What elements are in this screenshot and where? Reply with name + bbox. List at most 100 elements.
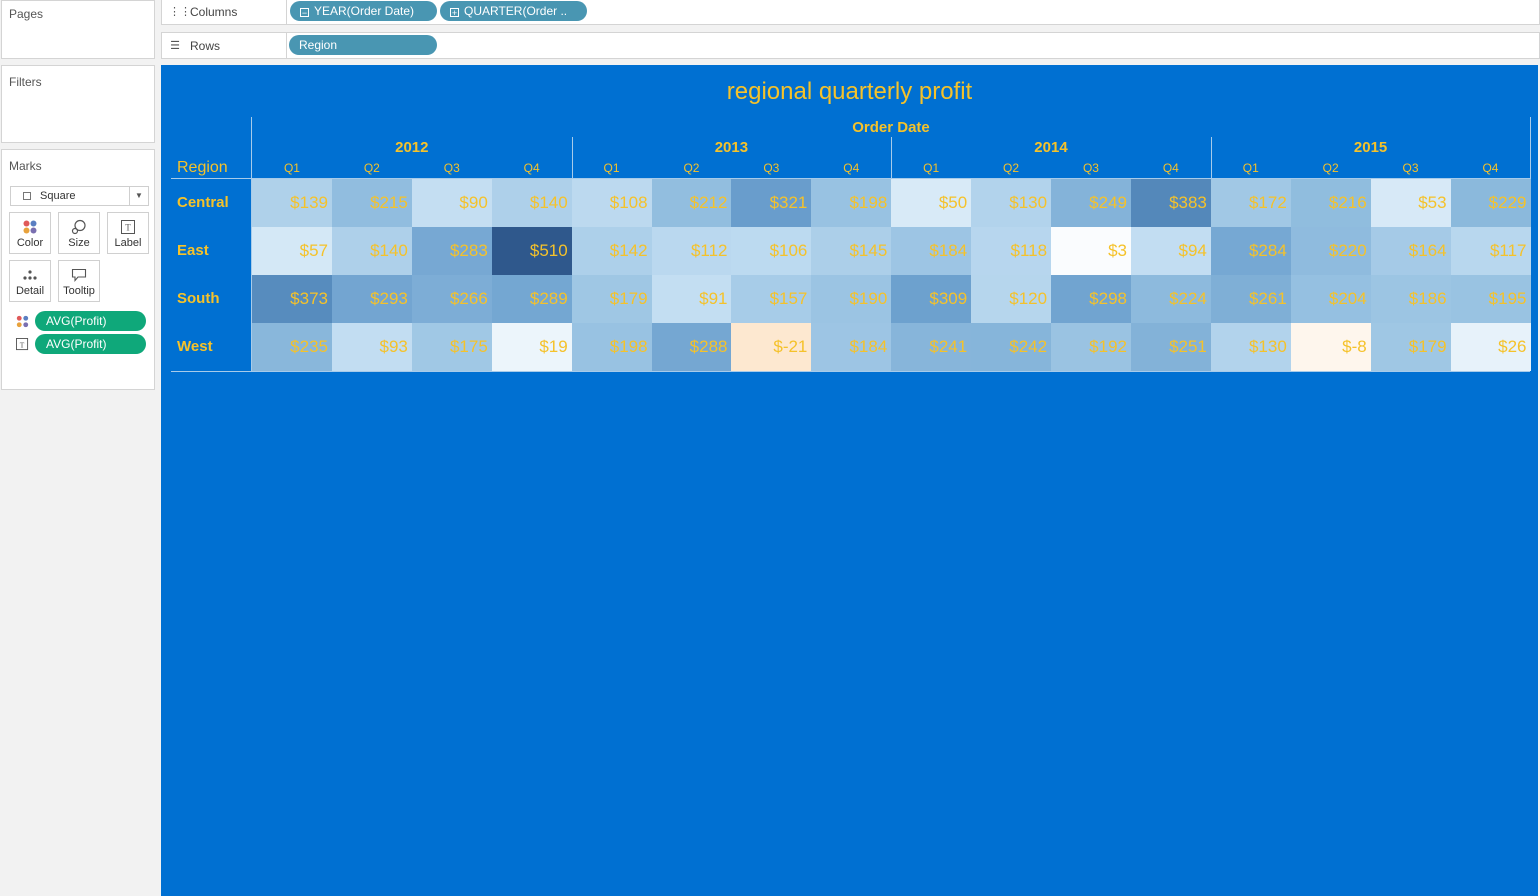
color-icon [23,220,37,233]
heatmap-cell[interactable]: $142 [571,227,652,275]
rows-shelf[interactable]: ☰ Rows Region [161,32,1540,59]
filters-card[interactable]: Filters [1,65,155,143]
heatmap-cell[interactable]: $241 [891,323,972,371]
mark-type-value: Square [40,190,76,202]
heatmap-cell[interactable]: $26 [1450,323,1531,371]
heatmap-cell[interactable]: $106 [731,227,812,275]
detail-button-label: Detail [15,285,45,297]
heatmap-cell[interactable]: $266 [411,275,492,323]
detail-button[interactable]: Detail [9,260,51,302]
heatmap-cell[interactable]: $242 [971,323,1052,371]
heatmap-cell[interactable]: $3 [1051,227,1131,275]
heatmap-cell[interactable]: $157 [731,275,812,323]
heatmap-cell[interactable]: $235 [252,323,332,371]
year-order-date-pill[interactable]: − YEAR(Order Date) [290,1,437,21]
heatmap-cell[interactable]: $-21 [731,323,812,371]
heatmap-cell[interactable]: $293 [331,275,412,323]
heatmap-cell[interactable]: $184 [811,323,892,371]
heatmap-cell[interactable]: $510 [491,227,572,275]
heatmap-cell[interactable]: $383 [1130,179,1211,227]
row-label: Central [177,194,229,211]
tooltip-button[interactable]: Tooltip [58,260,100,302]
year-pill-label: YEAR(Order Date) [314,4,415,18]
quarter-header: Q2 [1322,161,1339,175]
color-button[interactable]: Color [9,212,51,254]
columns-label-text: Columns [190,4,238,19]
heatmap-cell[interactable]: $117 [1450,227,1531,275]
heatmap-cell[interactable]: $130 [971,179,1052,227]
heatmap-cell[interactable]: $91 [651,275,732,323]
heatmap-cell[interactable]: $19 [491,323,572,371]
heatmap-cell[interactable]: $309 [891,275,972,323]
heatmap-cell[interactable]: $179 [1370,323,1451,371]
expand-icon[interactable]: + [450,8,459,18]
marks-card: Marks Square ▼ Color Size T Label Detail… [1,149,155,390]
viz-canvas[interactable]: regional quarterly profit Order Date Reg… [161,65,1538,896]
collapse-icon[interactable]: − [300,8,309,18]
heatmap-cell[interactable]: $192 [1051,323,1131,371]
heatmap-cell[interactable]: $94 [1130,227,1211,275]
heatmap-cell[interactable]: $373 [252,275,332,323]
heatmap-cell[interactable]: $298 [1051,275,1131,323]
color-button-label: Color [16,237,44,249]
heatmap-cell[interactable]: $164 [1370,227,1451,275]
heatmap-cell[interactable]: $220 [1290,227,1371,275]
heatmap-cell[interactable]: $53 [1370,179,1451,227]
heatmap-cell[interactable]: $195 [1450,275,1531,323]
heatmap-cell[interactable]: $93 [331,323,412,371]
heatmap-cell[interactable]: $224 [1130,275,1211,323]
heatmap-cell[interactable]: $251 [1130,323,1211,371]
heatmap-cell[interactable]: $249 [1051,179,1131,227]
quarter-header: Q3 [443,161,460,175]
heatmap-cell[interactable]: $198 [811,179,892,227]
heatmap-cell[interactable]: $57 [252,227,332,275]
row-header-region: Region [177,159,228,176]
label-button-label: Label [114,237,142,249]
heatmap-cell[interactable]: $289 [491,275,572,323]
heatmap-cell[interactable]: $261 [1210,275,1291,323]
mark-field-color[interactable]: AVG(Profit) [10,311,150,331]
heatmap-cell[interactable]: $216 [1290,179,1371,227]
rows-shelf-label: ☰ Rows [162,33,287,58]
filters-label: Filters [9,75,42,89]
heatmap-cell[interactable]: $140 [331,227,412,275]
label-button[interactable]: T Label [107,212,149,254]
heatmap-cell[interactable]: $50 [891,179,972,227]
heatmap-cell[interactable]: $120 [971,275,1052,323]
heatmap-cell[interactable]: $184 [891,227,972,275]
heatmap-cell[interactable]: $139 [252,179,332,227]
quarter-order-date-pill[interactable]: + QUARTER(Order .. [440,1,587,21]
chevron-down-icon[interactable]: ▼ [129,187,148,205]
size-button[interactable]: Size [58,212,100,254]
heatmap-cell[interactable]: $283 [411,227,492,275]
heatmap-cell[interactable]: $204 [1290,275,1371,323]
heatmap-cell[interactable]: $288 [651,323,732,371]
heatmap-cell[interactable]: $186 [1370,275,1451,323]
heatmap-cell[interactable]: $172 [1210,179,1291,227]
region-pill[interactable]: Region [289,35,437,55]
heatmap-cell[interactable]: $108 [571,179,652,227]
avg-profit-label-pill[interactable]: AVG(Profit) [35,334,146,354]
heatmap-cell[interactable]: $229 [1450,179,1531,227]
heatmap-cell[interactable]: $321 [731,179,812,227]
heatmap-cell[interactable]: $215 [331,179,412,227]
heatmap-cell[interactable]: $118 [971,227,1052,275]
year-header: 2012 [395,139,429,156]
size-button-label: Size [68,237,90,249]
heatmap-cell[interactable]: $284 [1210,227,1291,275]
heatmap-cell[interactable]: $130 [1210,323,1291,371]
columns-shelf[interactable]: ⋮⋮ Columns − YEAR(Order Date) + QUARTER(Or… [161,0,1540,25]
mark-type-dropdown[interactable]: Square ▼ [10,186,149,206]
heatmap-cell[interactable]: $112 [651,227,732,275]
heatmap-cell[interactable]: $140 [491,179,572,227]
mark-field-label[interactable]: T AVG(Profit) [10,334,150,354]
heatmap-cell[interactable]: $-8 [1290,323,1371,371]
heatmap-cell[interactable]: $145 [811,227,892,275]
heatmap-cell[interactable]: $190 [811,275,892,323]
heatmap-cell[interactable]: $212 [651,179,732,227]
heatmap-cell[interactable]: $90 [411,179,492,227]
heatmap-cell[interactable]: $198 [571,323,652,371]
heatmap-cell[interactable]: $179 [571,275,652,323]
avg-profit-color-pill[interactable]: AVG(Profit) [35,311,146,331]
heatmap-cell[interactable]: $175 [411,323,492,371]
